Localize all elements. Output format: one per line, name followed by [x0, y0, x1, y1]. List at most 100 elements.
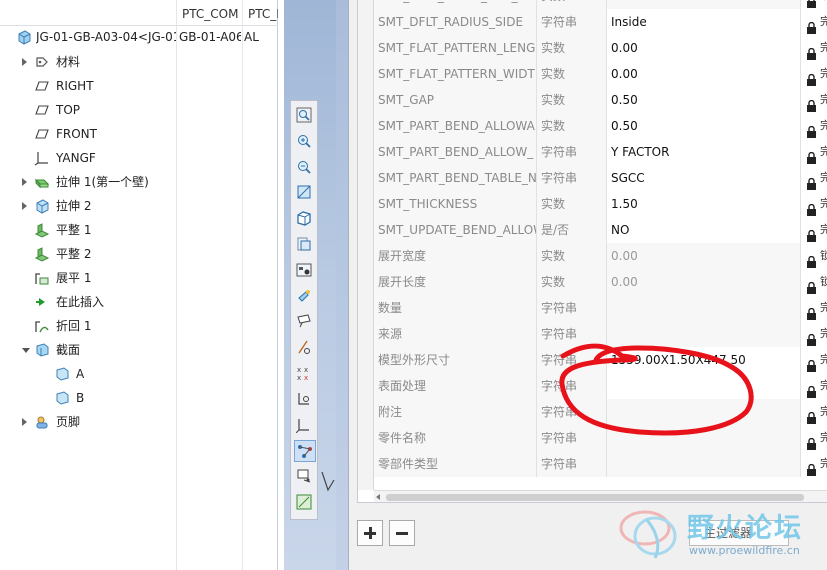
csys-display-button[interactable]: [294, 415, 316, 437]
parameter-name[interactable]: 展开长度: [374, 269, 537, 295]
parameter-row[interactable]: SMT_PART_BEND_ALLOW_字符串Y FACTOR 完: [374, 139, 827, 165]
parameter-access-cell[interactable]: 完: [801, 399, 827, 425]
parameter-name[interactable]: SMT_DFLT_RADIUS_SIDE: [374, 9, 537, 35]
parameter-value[interactable]: [607, 321, 801, 347]
parameter-row[interactable]: 附注字符串 完: [374, 399, 827, 425]
parameter-access-cell[interactable]: 完: [801, 347, 827, 373]
tree-item[interactable]: 拉伸 2: [0, 194, 178, 218]
parameter-row[interactable]: 数量字符串 完: [374, 295, 827, 321]
parameter-value[interactable]: [607, 451, 801, 477]
parameter-row[interactable]: 展开长度实数0.00 锁: [374, 269, 827, 295]
annotation-display-button[interactable]: [294, 311, 316, 333]
parameter-access-cell[interactable]: 完: [801, 113, 827, 139]
parameter-name[interactable]: 附注: [374, 399, 537, 425]
tree-item[interactable]: TOP: [0, 98, 178, 122]
parameter-access-cell[interactable]: 完: [801, 35, 827, 61]
datum-point-display-button[interactable]: [294, 389, 316, 411]
parameter-type[interactable]: 字符串: [537, 347, 607, 373]
tree-item[interactable]: 材料: [0, 50, 178, 74]
tree-item[interactable]: RIGHT: [0, 74, 178, 98]
column-header-ptc-i[interactable]: PTC_I: [242, 0, 278, 26]
tree-item[interactable]: 折回 1: [0, 314, 178, 338]
parameter-access-cell[interactable]: 完: [801, 451, 827, 477]
parameter-value[interactable]: 1.50: [607, 191, 801, 217]
parameter-row[interactable]: SMT_GAP实数0.50 完: [374, 87, 827, 113]
tree-item[interactable]: 截面: [0, 338, 178, 362]
parameter-type[interactable]: 是/否: [537, 217, 607, 243]
parameter-name[interactable]: SMT_PART_BEND_ALLOW_: [374, 139, 537, 165]
parameter-row[interactable]: SMT_FLAT_PATTERN_WIDT实数0.00 完: [374, 61, 827, 87]
tree-item[interactable]: 平整 2: [0, 242, 178, 266]
parameter-value[interactable]: NO: [607, 217, 801, 243]
parameter-row[interactable]: SMT_DFLT_RADIUS_SIDE字符串Inside 完: [374, 9, 827, 35]
parameter-type[interactable]: 实数: [537, 191, 607, 217]
add-parameter-button[interactable]: [357, 520, 383, 546]
annotation-orient-button[interactable]: [294, 492, 316, 514]
remove-parameter-button[interactable]: [389, 520, 415, 546]
tree-item[interactable]: A: [0, 362, 178, 386]
parameter-name[interactable]: SMT_DFLT_MITER_CUT_WI: [374, 0, 537, 9]
datum-axis-display-button[interactable]: xxxx: [294, 363, 316, 385]
parameter-value[interactable]: [607, 399, 801, 425]
parameter-name[interactable]: SMT_PART_BEND_ALLOWA: [374, 113, 537, 139]
scroll-left-icon[interactable]: [376, 494, 380, 500]
parameter-access-cell[interactable]: 完: [801, 61, 827, 87]
row-selector-gutter[interactable]: [358, 0, 374, 490]
parameter-value[interactable]: Inside: [607, 9, 801, 35]
zoom-in-button[interactable]: [294, 131, 316, 153]
parameter-name[interactable]: 零部件类型: [374, 451, 537, 477]
parameter-access-cell[interactable]: 完: [801, 191, 827, 217]
parameter-value[interactable]: [607, 295, 801, 321]
parameter-value[interactable]: 0.50: [607, 113, 801, 139]
collapsed-arrow-icon[interactable]: [22, 418, 27, 426]
parameter-row[interactable]: SMT_FLAT_PATTERN_LENG实数0.00 完: [374, 35, 827, 61]
parameter-row[interactable]: SMT_PART_BEND_ALLOWA实数0.50 完: [374, 113, 827, 139]
tree-item[interactable]: 页脚: [0, 410, 178, 434]
parameter-value[interactable]: 0.50: [607, 87, 801, 113]
parameter-type[interactable]: 实数: [537, 113, 607, 139]
parameter-row[interactable]: 表面处理字符串 完: [374, 373, 827, 399]
collapsed-arrow-icon[interactable]: [22, 178, 27, 186]
parameter-access-cell[interactable]: 锁: [801, 269, 827, 295]
parameter-type[interactable]: 实数: [537, 61, 607, 87]
parameter-name[interactable]: SMT_THICKNESS: [374, 191, 537, 217]
parameter-type[interactable]: 字符串: [537, 399, 607, 425]
parameter-access-cell[interactable]: 完: [801, 321, 827, 347]
parameter-row[interactable]: 展开宽度实数0.00 锁: [374, 243, 827, 269]
parameter-value[interactable]: 0.00: [607, 35, 801, 61]
parameter-access-cell[interactable]: 完: [801, 139, 827, 165]
datum-plane-display-button[interactable]: [294, 337, 316, 359]
tree-item[interactable]: 拉伸 1(第一个壁): [0, 170, 178, 194]
parameter-value[interactable]: [607, 373, 801, 399]
parameter-value[interactable]: 1559.00X1.50X447.50: [607, 347, 801, 373]
parameter-name[interactable]: 来源: [374, 321, 537, 347]
expanded-arrow-icon[interactable]: [22, 348, 30, 353]
column-header-ptc-common[interactable]: PTC_COM: [176, 0, 242, 26]
parameter-type[interactable]: 实数: [537, 243, 607, 269]
parameter-value[interactable]: 0.50: [607, 0, 801, 9]
parameter-name[interactable]: 展开宽度: [374, 243, 537, 269]
parameter-row[interactable]: SMT_PART_BEND_TABLE_N字符串SGCC 完: [374, 165, 827, 191]
tree-item[interactable]: 在此插入: [0, 290, 178, 314]
parameter-value[interactable]: SGCC: [607, 165, 801, 191]
parameter-type[interactable]: 字符串: [537, 373, 607, 399]
parameter-row[interactable]: SMT_THICKNESS实数1.50 完: [374, 191, 827, 217]
zoom-fit-button[interactable]: [294, 105, 316, 127]
spin-center-button[interactable]: [294, 440, 316, 463]
tree-item[interactable]: FRONT: [0, 122, 178, 146]
parameter-name[interactable]: 表面处理: [374, 373, 537, 399]
parameter-row[interactable]: SMT_UPDATE_BEND_ALLOW是/否NO 完: [374, 217, 827, 243]
display-style-button[interactable]: [294, 208, 316, 230]
parameter-row[interactable]: 模型外形尺寸字符串1559.00X1.50X447.50 完: [374, 347, 827, 373]
parameter-access-cell[interactable]: 锁: [801, 0, 827, 9]
parameter-access-cell[interactable]: 锁: [801, 243, 827, 269]
parameter-type[interactable]: 字符串: [537, 165, 607, 191]
parameter-type[interactable]: 字符串: [537, 9, 607, 35]
collapsed-arrow-icon[interactable]: [22, 202, 27, 210]
repaint-button[interactable]: [294, 182, 316, 204]
perspective-button[interactable]: [294, 286, 316, 308]
parameter-value[interactable]: 0.00: [607, 61, 801, 87]
parameter-name[interactable]: SMT_UPDATE_BEND_ALLOW: [374, 217, 537, 243]
parameter-type[interactable]: 实数: [537, 269, 607, 295]
parameter-row[interactable]: SMT_DFLT_MITER_CUT_WI实数0.50 锁: [374, 0, 827, 9]
